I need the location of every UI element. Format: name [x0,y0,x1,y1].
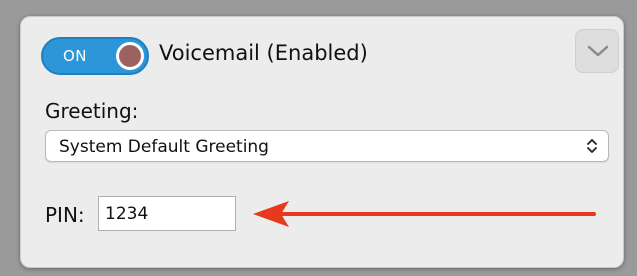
up-down-arrows-icon [587,139,597,153]
voicemail-toggle[interactable]: ON [41,37,149,75]
annotation-arrow [253,201,596,227]
greeting-label: Greeting: [45,99,139,123]
pin-value: 1234 [105,204,149,224]
toggle-knob[interactable] [116,42,144,70]
greeting-select[interactable]: System Default Greeting [45,130,609,162]
chevron-down-icon [587,45,609,57]
pin-input[interactable]: 1234 [98,196,236,231]
collapse-button[interactable] [575,29,619,73]
voicemail-title: Voicemail (Enabled) [159,41,368,65]
toggle-state-label: ON [63,47,88,65]
greeting-selected-value: System Default Greeting [59,137,269,157]
pin-label: PIN: [45,203,85,227]
voicemail-panel: ON Voicemail (Enabled) Greeting: System … [20,16,624,268]
